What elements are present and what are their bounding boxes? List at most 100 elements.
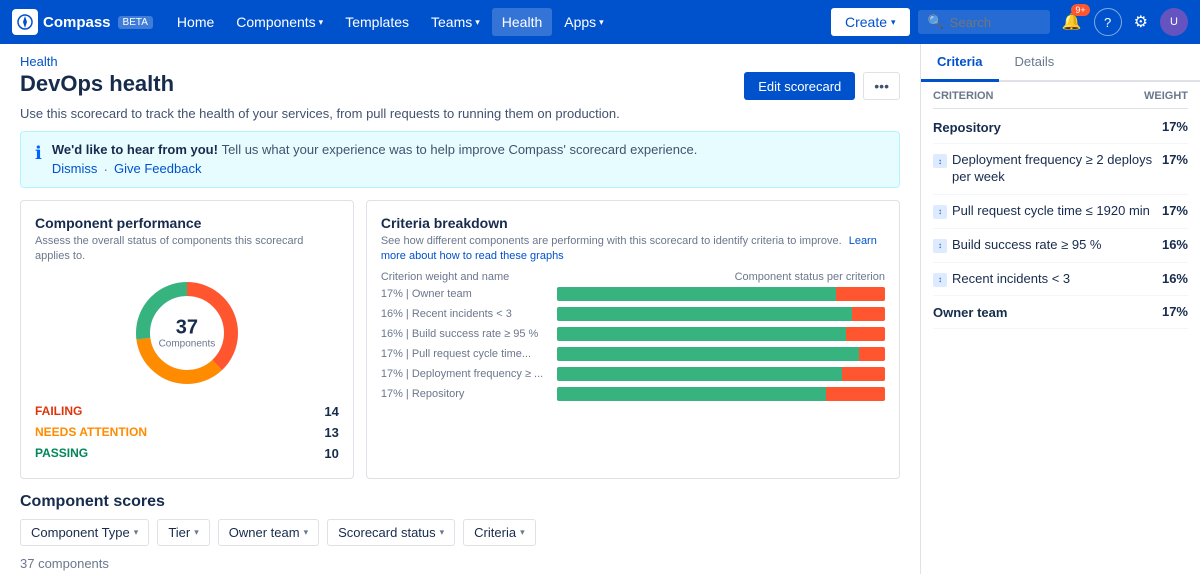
logo-beta: BETA xyxy=(118,16,153,29)
failing-label: FAILING xyxy=(35,404,82,419)
notification-badge: 9+ xyxy=(1071,4,1089,16)
filter-label: Scorecard status xyxy=(338,525,436,540)
criteria-list-header: CriterionWeight xyxy=(933,82,1188,109)
settings-icon: ⚙ xyxy=(1134,14,1148,31)
criteria-item-weight: 16% xyxy=(1162,237,1188,252)
filter-btn-3[interactable]: Scorecard status ▾ xyxy=(327,519,455,546)
bar-label: 17% | Pull request cycle time... xyxy=(381,348,551,360)
bar-label: 16% | Recent incidents < 3 xyxy=(381,308,551,320)
filter-label: Tier xyxy=(168,525,190,540)
top-nav: Compass BETA Home Components ▾ Templates… xyxy=(0,0,1200,44)
create-button[interactable]: Create ▾ xyxy=(831,8,910,36)
bar-label: 16% | Build success rate ≥ 95 % xyxy=(381,328,551,340)
search-box[interactable]: 🔍 xyxy=(918,10,1050,34)
status-row-needs-attention: NEEDS ATTENTION 13 xyxy=(35,422,339,443)
bar-label: 17% | Owner team xyxy=(381,288,551,300)
bar-col2-header: Component status per criterion xyxy=(735,271,885,283)
bell-icon: 🔔 xyxy=(1062,14,1082,31)
filter-bar: Component Type▾Tier▾Owner team▾Scorecard… xyxy=(20,519,900,546)
bar-track xyxy=(557,327,885,341)
notifications-button[interactable]: 🔔 9+ xyxy=(1058,8,1086,36)
card-title-perf: Component performance xyxy=(35,215,339,231)
avatar[interactable]: U xyxy=(1160,8,1188,36)
criteria-item-title: Repository xyxy=(933,120,1001,135)
filter-btn-4[interactable]: Criteria▾ xyxy=(463,519,535,546)
bar-track xyxy=(557,287,885,301)
logo-icon xyxy=(12,9,38,35)
filter-btn-2[interactable]: Owner team ▾ xyxy=(218,519,319,546)
nav-item-health[interactable]: Health xyxy=(492,8,552,36)
chevron-down-icon: ▾ xyxy=(304,527,309,538)
filter-btn-0[interactable]: Component Type▾ xyxy=(20,519,149,546)
nav-logo[interactable]: Compass BETA xyxy=(12,9,153,35)
criteria-item-title: Pull request cycle time ≤ 1920 min xyxy=(952,203,1150,220)
criteria-item-weight: 16% xyxy=(1162,271,1188,286)
nav-item-teams[interactable]: Teams ▾ xyxy=(421,8,490,36)
chevron-down-icon: ▾ xyxy=(194,527,199,538)
right-tabs: Criteria Details xyxy=(921,44,1200,82)
notice-banner: ℹ We'd like to hear from you! Tell us wh… xyxy=(20,131,900,188)
tab-details[interactable]: Details xyxy=(999,44,1071,80)
bar-fill-green xyxy=(557,367,842,381)
bar-track xyxy=(557,367,885,381)
notice-icon: ℹ xyxy=(35,143,42,164)
nav-item-templates[interactable]: Templates xyxy=(335,8,419,36)
page-title: DevOps health xyxy=(20,71,174,97)
bar-fill-green xyxy=(557,287,836,301)
criteria-sub-icon: ↕ xyxy=(933,239,947,253)
chevron-down-icon: ▾ xyxy=(440,527,445,538)
tab-criteria[interactable]: Criteria xyxy=(921,44,999,82)
criteria-sub-icon: ↕ xyxy=(933,154,947,168)
edit-scorecard-button[interactable]: Edit scorecard xyxy=(744,72,855,100)
bar-track xyxy=(557,347,885,361)
card-title-criteria: Criteria breakdown xyxy=(381,215,885,231)
feedback-link[interactable]: Give Feedback xyxy=(114,161,201,177)
card-desc-perf: Assess the overall status of components … xyxy=(35,234,339,265)
bar-fill-red xyxy=(852,307,885,321)
passing-label: PASSING xyxy=(35,446,88,461)
search-icon: 🔍 xyxy=(928,14,944,30)
bar-fill-green xyxy=(557,347,859,361)
nav-item-components[interactable]: Components ▾ xyxy=(226,8,333,36)
criteria-list-item: Owner team17% xyxy=(933,296,1188,329)
help-button[interactable]: ? xyxy=(1094,8,1122,36)
bar-fill-red xyxy=(842,367,885,381)
criteria-sub-icon: ↕ xyxy=(933,205,947,219)
section-title: Component scores xyxy=(20,493,900,511)
filter-btn-1[interactable]: Tier ▾ xyxy=(157,519,209,546)
description: Use this scorecard to track the health o… xyxy=(20,106,900,121)
needs-attention-count: 13 xyxy=(324,425,338,440)
nav-item-apps[interactable]: Apps ▾ xyxy=(554,8,613,36)
bar-track xyxy=(557,387,885,401)
criteria-list-item: ↕Deployment frequency ≥ 2 deploys per we… xyxy=(933,144,1188,195)
card-desc-criteria: See how different components are perform… xyxy=(381,234,885,265)
bar-row: 16% | Recent incidents < 3 xyxy=(381,307,885,321)
criteria-list: CriterionWeight Repository 17% ↕Deployment … xyxy=(921,82,1200,329)
settings-button[interactable]: ⚙ xyxy=(1130,8,1152,36)
bar-fill-green xyxy=(557,327,846,341)
breadcrumb[interactable]: Health xyxy=(20,54,174,69)
left-panel: Health DevOps health Edit scorecard ••• … xyxy=(0,44,920,574)
search-input[interactable] xyxy=(950,15,1040,30)
chevron-down-icon: ▾ xyxy=(520,527,525,538)
criteria-list-item: ↕Recent incidents < 316% xyxy=(933,263,1188,297)
help-icon: ? xyxy=(1104,15,1111,30)
passing-count: 10 xyxy=(324,446,338,461)
bar-fill-red xyxy=(826,387,885,401)
bar-fill-red xyxy=(836,287,885,301)
compass-icon xyxy=(17,14,33,30)
nav-item-home[interactable]: Home xyxy=(167,8,224,36)
chevron-down-icon: ▾ xyxy=(134,527,139,538)
criteria-item-weight: 17% xyxy=(1162,304,1188,319)
main-layout: Health DevOps health Edit scorecard ••• … xyxy=(0,44,1200,574)
criteria-item-weight: 17% xyxy=(1162,119,1188,134)
component-scores-section: Component scores Component Type▾Tier▾Own… xyxy=(20,493,900,574)
component-count: 37 components xyxy=(20,556,900,571)
notice-title: We'd like to hear from you! Tell us what… xyxy=(52,142,885,157)
bar-row: 17% | Pull request cycle time... xyxy=(381,347,885,361)
dismiss-link[interactable]: Dismiss xyxy=(52,161,98,177)
more-options-button[interactable]: ••• xyxy=(863,72,900,100)
filter-label: Owner team xyxy=(229,525,300,540)
bar-fill-green xyxy=(557,387,826,401)
status-row-failing: FAILING 14 xyxy=(35,401,339,422)
